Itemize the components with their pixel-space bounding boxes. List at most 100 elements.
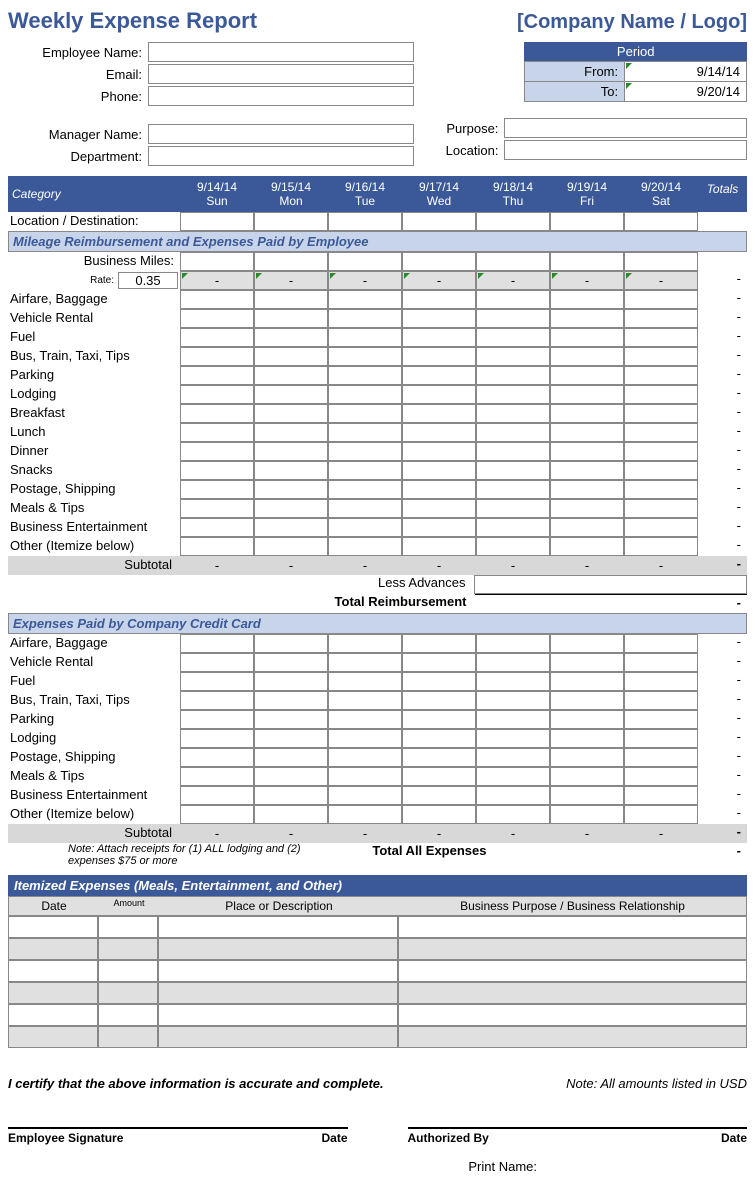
expense-cell[interactable] — [402, 442, 476, 461]
expense-cell[interactable] — [550, 767, 624, 786]
expense-cell[interactable] — [550, 385, 624, 404]
expense-cell[interactable] — [254, 653, 328, 672]
expense-cell[interactable] — [254, 442, 328, 461]
itemized-cell[interactable] — [98, 916, 158, 938]
expense-cell[interactable] — [476, 480, 550, 499]
expense-cell[interactable] — [550, 423, 624, 442]
expense-cell[interactable] — [180, 786, 254, 805]
expense-cell[interactable] — [328, 404, 402, 423]
expense-cell[interactable] — [550, 729, 624, 748]
cell[interactable] — [180, 212, 254, 231]
expense-cell[interactable] — [328, 499, 402, 518]
expense-cell[interactable] — [624, 537, 698, 556]
expense-cell[interactable] — [254, 328, 328, 347]
itemized-cell[interactable] — [398, 960, 747, 982]
expense-cell[interactable] — [550, 805, 624, 824]
expense-cell[interactable] — [476, 710, 550, 729]
expense-cell[interactable] — [180, 385, 254, 404]
expense-cell[interactable] — [402, 691, 476, 710]
expense-cell[interactable] — [328, 805, 402, 824]
expense-cell[interactable] — [402, 404, 476, 423]
expense-cell[interactable] — [254, 634, 328, 653]
expense-cell[interactable] — [254, 366, 328, 385]
expense-cell[interactable] — [550, 442, 624, 461]
expense-cell[interactable] — [180, 499, 254, 518]
itemized-cell[interactable] — [398, 916, 747, 938]
less-advances-input[interactable] — [474, 575, 748, 594]
expense-cell[interactable] — [550, 480, 624, 499]
expense-cell[interactable] — [476, 691, 550, 710]
purpose-input[interactable] — [504, 118, 747, 138]
itemized-cell[interactable] — [8, 982, 98, 1004]
expense-cell[interactable] — [550, 499, 624, 518]
itemized-cell[interactable] — [98, 1026, 158, 1048]
expense-cell[interactable] — [402, 461, 476, 480]
expense-cell[interactable] — [402, 309, 476, 328]
expense-cell[interactable] — [624, 710, 698, 729]
expense-cell[interactable] — [402, 290, 476, 309]
expense-cell[interactable] — [328, 385, 402, 404]
cell[interactable] — [328, 252, 402, 271]
expense-cell[interactable] — [402, 385, 476, 404]
expense-cell[interactable] — [180, 366, 254, 385]
cell[interactable] — [550, 212, 624, 231]
expense-cell[interactable] — [180, 710, 254, 729]
expense-cell[interactable] — [254, 461, 328, 480]
expense-cell[interactable] — [180, 691, 254, 710]
expense-cell[interactable] — [624, 461, 698, 480]
department-input[interactable] — [148, 146, 414, 166]
expense-cell[interactable] — [254, 404, 328, 423]
expense-cell[interactable] — [550, 404, 624, 423]
itemized-cell[interactable] — [158, 1026, 398, 1048]
expense-cell[interactable] — [402, 366, 476, 385]
expense-cell[interactable] — [624, 672, 698, 691]
expense-cell[interactable] — [476, 309, 550, 328]
itemized-cell[interactable] — [8, 1004, 98, 1026]
expense-cell[interactable] — [624, 290, 698, 309]
expense-cell[interactable] — [180, 518, 254, 537]
expense-cell[interactable] — [550, 634, 624, 653]
cell[interactable] — [180, 252, 254, 271]
expense-cell[interactable] — [328, 328, 402, 347]
expense-cell[interactable] — [180, 461, 254, 480]
expense-cell[interactable] — [476, 672, 550, 691]
expense-cell[interactable] — [550, 653, 624, 672]
expense-cell[interactable] — [328, 537, 402, 556]
expense-cell[interactable] — [328, 710, 402, 729]
expense-cell[interactable] — [402, 480, 476, 499]
expense-cell[interactable] — [550, 691, 624, 710]
expense-cell[interactable] — [550, 672, 624, 691]
expense-cell[interactable] — [550, 309, 624, 328]
location-input[interactable] — [504, 140, 747, 160]
expense-cell[interactable] — [476, 461, 550, 480]
expense-cell[interactable] — [254, 786, 328, 805]
itemized-cell[interactable] — [398, 1026, 747, 1048]
expense-cell[interactable] — [550, 328, 624, 347]
expense-cell[interactable] — [402, 729, 476, 748]
cell[interactable] — [328, 212, 402, 231]
expense-cell[interactable] — [180, 309, 254, 328]
expense-cell[interactable] — [328, 480, 402, 499]
itemized-cell[interactable] — [398, 1004, 747, 1026]
expense-cell[interactable] — [550, 748, 624, 767]
cell[interactable] — [254, 252, 328, 271]
expense-cell[interactable] — [624, 767, 698, 786]
expense-cell[interactable] — [476, 328, 550, 347]
expense-cell[interactable] — [476, 805, 550, 824]
itemized-cell[interactable] — [398, 982, 747, 1004]
expense-cell[interactable] — [402, 423, 476, 442]
expense-cell[interactable] — [476, 347, 550, 366]
expense-cell[interactable] — [180, 442, 254, 461]
expense-cell[interactable] — [550, 461, 624, 480]
expense-cell[interactable] — [328, 691, 402, 710]
expense-cell[interactable] — [180, 290, 254, 309]
expense-cell[interactable] — [624, 518, 698, 537]
expense-cell[interactable] — [402, 805, 476, 824]
expense-cell[interactable] — [624, 748, 698, 767]
expense-cell[interactable] — [476, 653, 550, 672]
expense-cell[interactable] — [624, 480, 698, 499]
manager-input[interactable] — [148, 124, 414, 144]
itemized-cell[interactable] — [158, 916, 398, 938]
expense-cell[interactable] — [328, 423, 402, 442]
expense-cell[interactable] — [476, 290, 550, 309]
